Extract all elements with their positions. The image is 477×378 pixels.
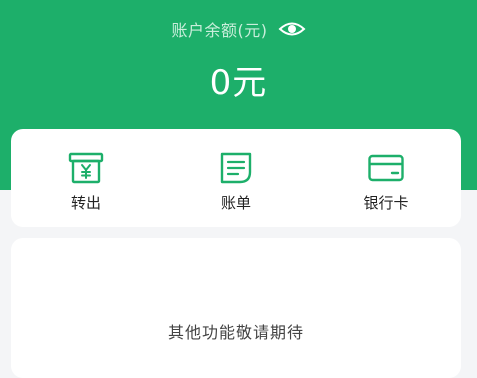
bank-card-icon [368, 154, 404, 182]
transfer-out-icon [68, 152, 104, 184]
balance-label: 账户余额(元) [171, 21, 268, 40]
coming-soon-text: 其他功能敬请期待 [167, 323, 304, 342]
bill-label: 账单 [220, 194, 251, 212]
transfer-out-label: 转出 [70, 194, 101, 212]
info-card: 其他功能敬请期待 [11, 238, 461, 378]
bill-icon [220, 152, 252, 184]
actions-row: 转出 账单 银行卡 [11, 129, 461, 227]
bill-button[interactable]: 账单 [161, 129, 311, 227]
bank-card-label: 银行卡 [363, 194, 409, 212]
eye-icon[interactable] [278, 19, 306, 39]
actions-card: 转出 账单 银行卡 [11, 129, 461, 227]
balance-label-row: 账户余额(元) [0, 17, 477, 41]
bank-card-button[interactable]: 银行卡 [311, 129, 461, 227]
balance-amount: 0元 [209, 63, 268, 103]
transfer-out-button[interactable]: 转出 [11, 129, 161, 227]
